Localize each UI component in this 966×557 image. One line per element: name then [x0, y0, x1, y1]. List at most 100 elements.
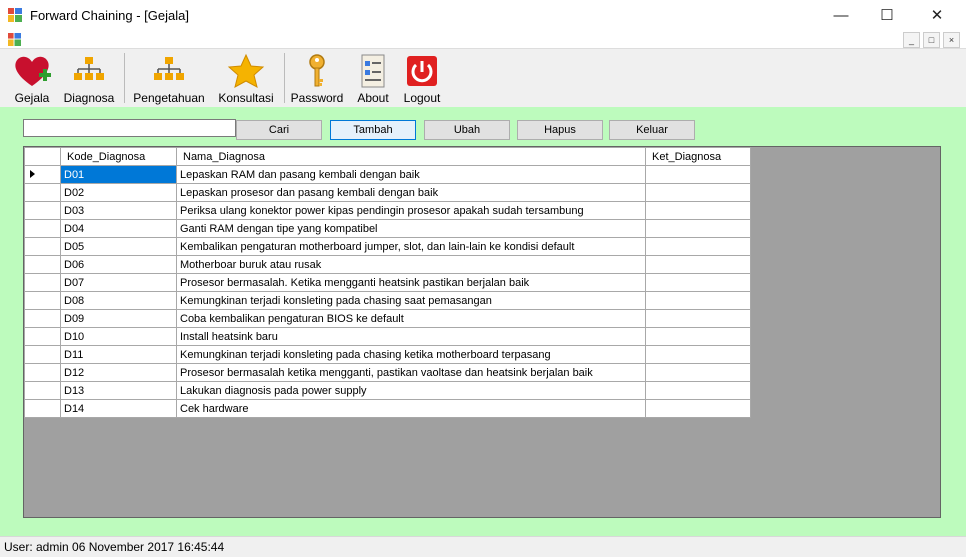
- table-row[interactable]: D14 Cek hardware: [24, 399, 751, 418]
- row-header[interactable]: [24, 309, 61, 328]
- hierarchy-icon: [154, 57, 184, 80]
- toolbar-pengetahuan[interactable]: Pengetahuan: [130, 51, 208, 105]
- table-row[interactable]: D04 Ganti RAM dengan tipe yang kompatibel: [24, 219, 751, 238]
- cell-nama[interactable]: Kemungkinan terjadi konsleting pada chas…: [176, 345, 646, 364]
- toolbar-konsultasi[interactable]: Konsultasi: [214, 51, 278, 105]
- close-button[interactable]: ✕: [914, 0, 960, 32]
- cell-kode[interactable]: D06: [60, 255, 177, 274]
- status-bar: User: admin 06 November 2017 16:45:44: [0, 536, 966, 557]
- cell-kode[interactable]: D04: [60, 219, 177, 238]
- cell-kode[interactable]: D07: [60, 273, 177, 292]
- tambah-button[interactable]: Tambah: [330, 120, 416, 140]
- cell-ket[interactable]: [645, 291, 751, 310]
- table-row[interactable]: D06 Motherboar buruk atau rusak: [24, 255, 751, 274]
- column-header-kode[interactable]: Kode_Diagnosa: [60, 147, 177, 166]
- table-row[interactable]: D08 Kemungkinan terjadi konsleting pada c…: [24, 291, 751, 310]
- toolbar-logout[interactable]: Logout: [399, 51, 445, 105]
- column-header-nama[interactable]: Nama_Diagnosa: [176, 147, 646, 166]
- mdi-close-button[interactable]: ×: [943, 32, 960, 48]
- cari-button[interactable]: Cari: [236, 120, 322, 140]
- table-header-row: Kode_Diagnosa Nama_Diagnosa Ket_Diagnosa: [24, 147, 751, 166]
- row-header[interactable]: [24, 345, 61, 364]
- toolbar-diagnosa[interactable]: Diagnosa: [60, 51, 118, 105]
- cell-nama[interactable]: Kembalikan pengaturan motherboard jumper…: [176, 237, 646, 256]
- row-header[interactable]: [24, 255, 61, 274]
- row-header[interactable]: [24, 165, 61, 184]
- row-header[interactable]: [24, 363, 61, 382]
- row-header[interactable]: [24, 399, 61, 418]
- cell-kode[interactable]: D09: [60, 309, 177, 328]
- cell-nama[interactable]: Lepaskan RAM dan pasang kembali dengan b…: [176, 165, 646, 184]
- power-icon: [407, 56, 437, 86]
- row-header[interactable]: [24, 201, 61, 220]
- cell-ket[interactable]: [645, 309, 751, 328]
- cell-kode[interactable]: D10: [60, 327, 177, 346]
- cell-kode[interactable]: D08: [60, 291, 177, 310]
- cell-nama[interactable]: Kemungkinan terjadi konsleting pada chas…: [176, 291, 646, 310]
- toolbar-about-label: About: [357, 91, 389, 105]
- row-header[interactable]: [24, 381, 61, 400]
- table-row[interactable]: D02 Lepaskan prosesor dan pasang kembali …: [24, 183, 751, 202]
- search-input[interactable]: [23, 119, 236, 137]
- cell-nama[interactable]: Lepaskan prosesor dan pasang kembali den…: [176, 183, 646, 202]
- cell-ket[interactable]: [645, 399, 751, 418]
- toolbar-password[interactable]: Password: [289, 51, 345, 105]
- cell-ket[interactable]: [645, 255, 751, 274]
- row-header[interactable]: [24, 237, 61, 256]
- cell-kode[interactable]: D13: [60, 381, 177, 400]
- row-header[interactable]: [24, 327, 61, 346]
- cell-nama[interactable]: Ganti RAM dengan tipe yang kompatibel: [176, 219, 646, 238]
- maximize-button[interactable]: ☐: [864, 0, 910, 32]
- cell-kode[interactable]: D12: [60, 363, 177, 382]
- cell-nama[interactable]: Coba kembalikan pengaturan BIOS ke defau…: [176, 309, 646, 328]
- child-window-icon[interactable]: [8, 33, 21, 46]
- cell-kode[interactable]: D11: [60, 345, 177, 364]
- diagnosa-grid[interactable]: Kode_Diagnosa Nama_Diagnosa Ket_Diagnosa…: [23, 146, 941, 518]
- table-row[interactable]: D12 Prosesor bermasalah ketika mengganti,…: [24, 363, 751, 382]
- cell-kode[interactable]: D02: [60, 183, 177, 202]
- cell-nama[interactable]: Periksa ulang konektor power kipas pendi…: [176, 201, 646, 220]
- cell-nama[interactable]: Prosesor bermasalah ketika mengganti, pa…: [176, 363, 646, 382]
- cell-nama[interactable]: Motherboar buruk atau rusak: [176, 255, 646, 274]
- table-row[interactable]: D01 Lepaskan RAM dan pasang kembali denga…: [24, 165, 751, 184]
- ubah-button[interactable]: Ubah: [424, 120, 510, 140]
- hapus-button[interactable]: Hapus: [517, 120, 603, 140]
- row-header[interactable]: [24, 183, 61, 202]
- cell-kode[interactable]: D05: [60, 237, 177, 256]
- table-row[interactable]: D07 Prosesor bermasalah. Ketika mengganti…: [24, 273, 751, 292]
- row-header[interactable]: [24, 291, 61, 310]
- cell-ket[interactable]: [645, 183, 751, 202]
- row-header[interactable]: [24, 273, 61, 292]
- cell-ket[interactable]: [645, 201, 751, 220]
- toolbar-about[interactable]: About: [351, 51, 395, 105]
- table-row[interactable]: D03 Periksa ulang konektor power kipas pe…: [24, 201, 751, 220]
- cell-nama[interactable]: Cek hardware: [176, 399, 646, 418]
- cell-ket[interactable]: [645, 165, 751, 184]
- column-header-ket[interactable]: Ket_Diagnosa: [645, 147, 751, 166]
- table-row[interactable]: D11 Kemungkinan terjadi konsleting pada c…: [24, 345, 751, 364]
- cell-nama[interactable]: Lakukan diagnosis pada power supply: [176, 381, 646, 400]
- cell-ket[interactable]: [645, 273, 751, 292]
- cell-ket[interactable]: [645, 327, 751, 346]
- cell-ket[interactable]: [645, 345, 751, 364]
- cell-ket[interactable]: [645, 381, 751, 400]
- table-row[interactable]: D09 Coba kembalikan pengaturan BIOS ke de…: [24, 309, 751, 328]
- toolbar-separator: [124, 53, 125, 103]
- cell-ket[interactable]: [645, 363, 751, 382]
- cell-kode[interactable]: D03: [60, 201, 177, 220]
- cell-kode[interactable]: D14: [60, 399, 177, 418]
- row-header[interactable]: [24, 219, 61, 238]
- table-row[interactable]: D13 Lakukan diagnosis pada power supply: [24, 381, 751, 400]
- cell-ket[interactable]: [645, 219, 751, 238]
- cell-nama[interactable]: Install heatsink baru: [176, 327, 646, 346]
- toolbar-gejala[interactable]: Gejala: [8, 51, 56, 105]
- cell-ket[interactable]: [645, 237, 751, 256]
- minimize-button[interactable]: —: [818, 0, 864, 32]
- keluar-button[interactable]: Keluar: [609, 120, 695, 140]
- table-row[interactable]: D10 Install heatsink baru: [24, 327, 751, 346]
- mdi-minimize-button[interactable]: _: [903, 32, 920, 48]
- cell-kode[interactable]: D01: [60, 165, 177, 184]
- table-row[interactable]: D05 Kembalikan pengaturan motherboard jum…: [24, 237, 751, 256]
- cell-nama[interactable]: Prosesor bermasalah. Ketika mengganti he…: [176, 273, 646, 292]
- mdi-restore-button[interactable]: □: [923, 32, 940, 48]
